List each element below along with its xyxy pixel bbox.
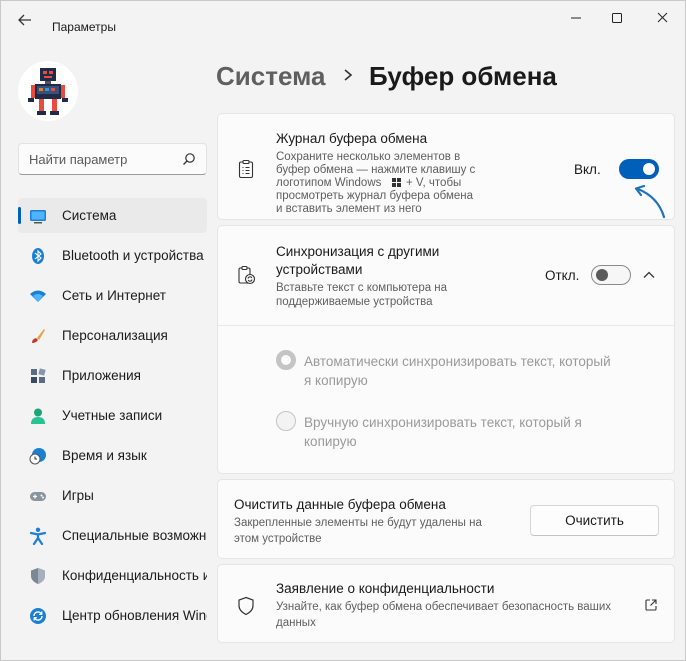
sidebar-item-label: Bluetooth и устройства <box>62 248 204 263</box>
history-desc-line: Сохраните несколько элементов в <box>276 151 461 163</box>
privacy-desc-line: Узнайте, как буфер обмена обеспечивает б… <box>276 601 612 613</box>
chevron-right-icon <box>344 69 353 81</box>
sync-toggle-label: Откл. <box>545 268 580 283</box>
sidebar-item-network[interactable]: Сеть и Интернет <box>18 278 207 313</box>
clipboard-list-icon <box>238 159 254 179</box>
gamepad-icon <box>30 492 46 501</box>
privacy-desc-line: данных <box>276 617 316 629</box>
shield-outline-icon <box>238 596 254 616</box>
system-icon <box>30 210 46 224</box>
history-desc-line: + V, чтобы <box>406 177 462 189</box>
sidebar-item-label: Конфиденциальность и защита <box>62 568 207 583</box>
divider <box>218 325 674 326</box>
breadcrumb-parent[interactable]: Система <box>216 61 325 92</box>
sidebar-item-label: Игры <box>62 488 94 503</box>
apps-icon <box>31 368 46 383</box>
search-icon[interactable] <box>182 152 196 166</box>
back-arrow-icon[interactable] <box>13 11 37 29</box>
bluetooth-icon <box>32 248 44 264</box>
person-icon <box>31 408 45 424</box>
robot-avatar-icon <box>28 68 68 115</box>
privacy-statement-card[interactable]: Заявление о конфиденциальности Узнайте, … <box>217 564 675 643</box>
privacy-title: Заявление о конфиденциальности <box>276 581 495 596</box>
history-desc-line: и вставить элемент из него <box>276 203 422 215</box>
toggle-knob <box>643 163 655 175</box>
chevron-up-icon[interactable] <box>642 268 656 282</box>
sync-auto-label: Автоматически синхронизировать текст, ко… <box>304 354 611 369</box>
clear-data-card: Очистить данные буфера обмена Закрепленн… <box>217 479 675 559</box>
update-icon <box>30 608 46 624</box>
sync-title-line: устройствами <box>276 262 363 277</box>
minimize-icon[interactable] <box>565 9 587 27</box>
clear-desc-line: Закрепленные элементы не будут удалены н… <box>234 517 482 529</box>
external-link-icon[interactable] <box>644 598 658 612</box>
sync-card: Синхронизация с другими устройствами Вст… <box>217 225 675 474</box>
settings-window: Параметры Найти параметр Система Bluetoo… <box>0 0 686 661</box>
clipboard-history-card: Журнал буфера обмена Сохраните несколько… <box>217 113 675 220</box>
sidebar-item-privacy[interactable]: Конфиденциальность и защита <box>18 558 207 593</box>
sync-desc-line: Вставьте текст с компьютера на <box>276 282 448 294</box>
app-title: Параметры <box>52 20 116 34</box>
windows-logo-icon <box>392 178 401 187</box>
globe-clock-icon <box>29 448 46 465</box>
sidebar-item-label: Специальные возможности <box>62 528 207 543</box>
sync-auto-radio[interactable] <box>276 350 296 370</box>
history-toggle-label: Вкл. <box>574 162 601 177</box>
shield-icon <box>31 568 45 584</box>
annotation-arrow-icon <box>634 184 666 219</box>
accessibility-icon <box>29 527 47 545</box>
clear-title: Очистить данные буфера обмена <box>234 497 446 512</box>
brush-icon <box>32 329 45 343</box>
sidebar-item-personalization[interactable]: Персонализация <box>18 318 207 353</box>
sidebar-item-label: Время и язык <box>62 448 147 463</box>
sidebar-item-apps[interactable]: Приложения <box>18 358 207 393</box>
active-indicator <box>18 207 21 224</box>
sidebar-item-gaming[interactable]: Игры <box>18 478 207 513</box>
toggle-knob <box>596 269 608 281</box>
history-title: Журнал буфера обмена <box>276 131 428 146</box>
sidebar-item-label: Сеть и Интернет <box>62 288 166 303</box>
search-input[interactable] <box>19 144 179 174</box>
sidebar-item-windows-update[interactable]: Центр обновления Windows <box>18 598 207 633</box>
sync-desc-line: поддерживаемые устройства <box>276 296 433 308</box>
search-box <box>18 143 207 175</box>
sidebar-item-label: Персонализация <box>62 328 168 343</box>
sidebar-item-label: Центр обновления Windows <box>62 608 207 623</box>
history-desc-line: буфер обмена — нажмите клавишу с <box>276 164 476 176</box>
history-toggle[interactable] <box>619 159 659 179</box>
sync-manual-label: Вручную синхронизировать текст, который … <box>304 415 582 430</box>
clipboard-sync-icon <box>238 265 256 285</box>
history-desc-line: логотипом Windows <box>276 177 382 189</box>
sidebar-item-time-language[interactable]: Время и язык <box>18 438 207 473</box>
clear-button[interactable]: Очистить <box>530 505 659 536</box>
avatar[interactable] <box>18 61 78 121</box>
sidebar-item-label: Приложения <box>62 368 141 383</box>
sidebar-item-label: Учетные записи <box>62 408 163 423</box>
sidebar-item-label: Система <box>62 208 117 223</box>
sync-manual-radio[interactable] <box>276 411 296 431</box>
history-desc-line: просмотреть журнал буфера обмена <box>276 190 474 202</box>
sidebar-item-accessibility[interactable]: Специальные возможности <box>18 518 207 553</box>
maximize-icon[interactable] <box>606 9 628 27</box>
close-icon[interactable] <box>652 9 674 27</box>
page-title: Буфер обмена <box>369 61 557 91</box>
title-bar: Параметры <box>1 1 685 37</box>
sidebar-item-system[interactable]: Система <box>18 198 207 233</box>
sync-auto-label: я копирую <box>304 373 368 388</box>
sync-manual-label: копирую <box>304 434 357 449</box>
sync-toggle[interactable] <box>591 265 631 285</box>
sync-title-line: Синхронизация с другими <box>276 244 440 259</box>
sidebar-item-bluetooth[interactable]: Bluetooth и устройства <box>18 238 207 273</box>
clear-desc-line: этом устройстве <box>234 533 322 545</box>
sidebar-item-accounts[interactable]: Учетные записи <box>18 398 207 433</box>
wifi-icon <box>30 290 46 302</box>
